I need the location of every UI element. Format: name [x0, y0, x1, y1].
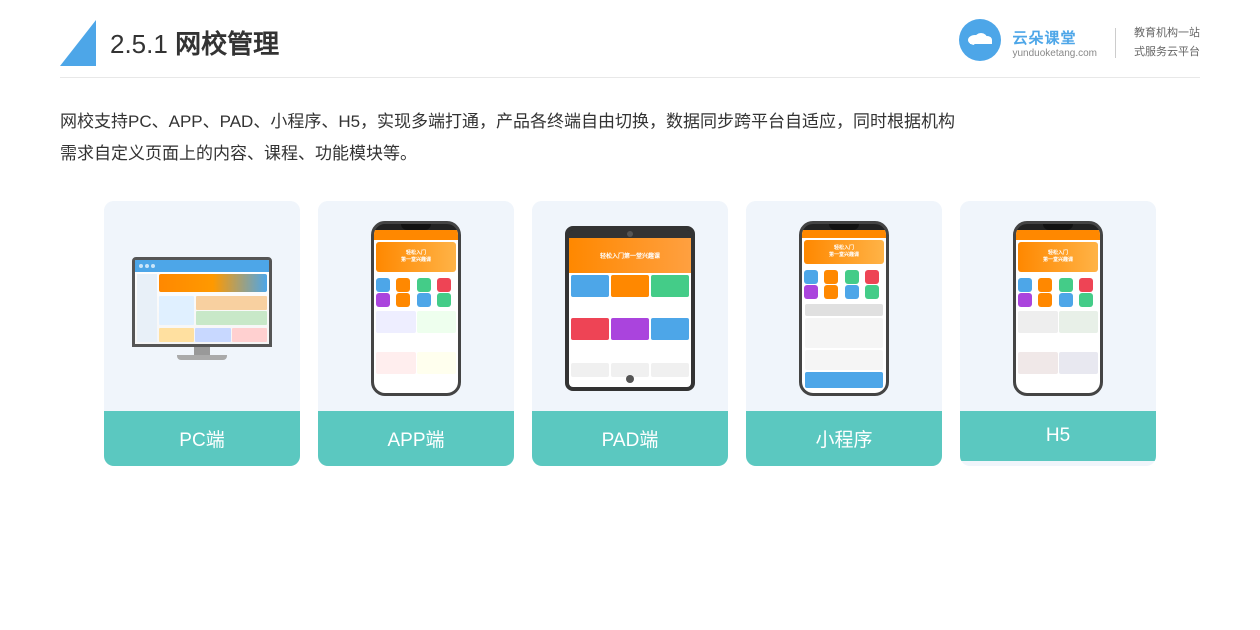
- pad-grid: [569, 273, 691, 361]
- pad-grid-item: [571, 275, 609, 297]
- logo-divider: [1115, 28, 1116, 58]
- pc-monitor: [132, 257, 272, 347]
- slogan-line1: 教育机构一站: [1134, 24, 1200, 43]
- pad-banner: 轻松入门第一堂兴趣课: [569, 238, 691, 273]
- h5-course-item: [1018, 352, 1058, 374]
- page-wrapper: 2.5.1 网校管理 云朵课堂: [0, 0, 1260, 630]
- course-item: [376, 311, 416, 333]
- brand-site: yunduoketang.com: [1012, 48, 1097, 59]
- miniapp-phone-screen: 轻松入门第一堂兴趣课: [802, 230, 886, 393]
- card-h5: 轻松入门第一堂兴趣课: [960, 201, 1156, 466]
- description: 网校支持PC、APP、PAD、小程序、H5，实现多端打通，产品各终端自由切换，数…: [60, 106, 1200, 171]
- h5-course-list: [1016, 309, 1100, 393]
- pad-grid-item: [571, 318, 609, 340]
- pad-grid-item: [611, 275, 649, 297]
- card-miniapp-label: 小程序: [746, 411, 942, 466]
- h5-phone-notch: [1043, 224, 1073, 230]
- card-pc-image: [104, 201, 300, 411]
- pad-grid-item: [651, 318, 689, 340]
- miniapp-content: [802, 301, 886, 393]
- card-h5-image: 轻松入门第一堂兴趣课: [960, 201, 1156, 411]
- brand-text: 云朵课堂 yunduoketang.com: [1012, 27, 1097, 59]
- miniapp-phone-device: 轻松入门第一堂兴趣课: [799, 221, 889, 396]
- phone-notch: [401, 224, 431, 230]
- pc-device: [132, 257, 272, 360]
- phone-icons-grid: [374, 276, 458, 309]
- miniapp-top-bar: [802, 230, 886, 238]
- phone-screen: ●●● 轻松入门第一堂兴趣课: [374, 230, 458, 393]
- phone-course-list: [374, 309, 458, 393]
- course-item: [417, 311, 457, 333]
- pad-top-bar: [569, 230, 691, 238]
- brand-logo-icon: [958, 18, 1002, 67]
- h5-banner: 轻松入门第一堂兴趣课: [1018, 242, 1098, 272]
- pad-device: 轻松入门第一堂兴趣课: [565, 226, 695, 391]
- h5-phone-device: 轻松入门第一堂兴趣课: [1013, 221, 1103, 396]
- card-pc: PC端: [104, 201, 300, 466]
- card-app-label: APP端: [318, 411, 514, 466]
- phone-banner: 轻松入门第一堂兴趣课: [376, 242, 456, 272]
- phone-top-bar: ●●●: [374, 230, 458, 240]
- pad-screen: 轻松入门第一堂兴趣课: [569, 238, 691, 387]
- pc-base: [177, 355, 227, 360]
- header-left: 2.5.1 网校管理: [60, 20, 279, 66]
- card-pad: 轻松入门第一堂兴趣课: [532, 201, 728, 466]
- miniapp-phone-notch: [829, 224, 859, 230]
- brand-slogan: 教育机构一站 式服务云平台: [1134, 24, 1200, 61]
- h5-course-item: [1018, 311, 1058, 333]
- app-phone-device: ●●● 轻松入门第一堂兴趣课: [371, 221, 461, 396]
- card-app-image: ●●● 轻松入门第一堂兴趣课: [318, 201, 514, 411]
- card-app: ●●● 轻松入门第一堂兴趣课: [318, 201, 514, 466]
- h5-phone-screen: 轻松入门第一堂兴趣课: [1016, 230, 1100, 393]
- course-item: [417, 352, 457, 374]
- card-miniapp-image: 轻松入门第一堂兴趣课: [746, 201, 942, 411]
- yunduoketang-icon: [958, 18, 1002, 62]
- header: 2.5.1 网校管理 云朵课堂: [60, 0, 1200, 78]
- pc-stand: [194, 347, 210, 355]
- card-miniapp: 轻松入门第一堂兴趣课: [746, 201, 942, 466]
- miniapp-banner: 轻松入门第一堂兴趣课: [804, 240, 884, 264]
- card-pad-image: 轻松入门第一堂兴趣课: [532, 201, 728, 411]
- miniapp-icons-grid: [802, 268, 886, 301]
- description-line2: 需求自定义页面上的内容、课程、功能模块等。: [60, 138, 1200, 170]
- card-pc-label: PC端: [104, 411, 300, 466]
- card-pad-label: PAD端: [532, 411, 728, 466]
- cards-section: PC端 ●●● 轻松入门第一堂兴趣课: [60, 201, 1200, 466]
- card-h5-label: H5: [960, 411, 1156, 461]
- description-line1: 网校支持PC、APP、PAD、小程序、H5，实现多端打通，产品各终端自由切换，数…: [60, 106, 1200, 138]
- h5-course-item: [1059, 352, 1099, 374]
- brand-logo: 云朵课堂 yunduoketang.com 教育机构一站 式服务云平台: [958, 18, 1200, 67]
- course-item: [376, 352, 416, 374]
- pad-grid-item: [651, 275, 689, 297]
- h5-icons-grid: [1016, 276, 1100, 309]
- page-heading: 2.5.1 网校管理: [110, 24, 279, 61]
- pad-home-button: [626, 375, 634, 383]
- slogan-line2: 式服务云平台: [1134, 43, 1200, 62]
- brand-name: 云朵课堂: [1012, 27, 1097, 48]
- h5-course-item: [1059, 311, 1099, 333]
- logo-triangle-icon: [60, 20, 96, 66]
- title-main: 网校管理: [175, 29, 279, 59]
- pad-grid-item: [611, 318, 649, 340]
- h5-top-bar: [1016, 230, 1100, 240]
- pc-screen: [135, 260, 269, 344]
- title-prefix: 2.5.1: [110, 29, 175, 59]
